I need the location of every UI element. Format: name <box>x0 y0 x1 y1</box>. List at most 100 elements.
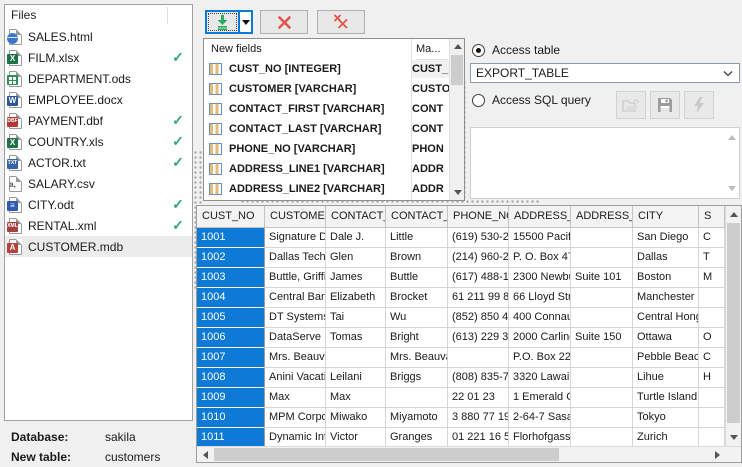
grid-cell[interactable]: 3320 Lawai <box>509 368 571 388</box>
grid-cell[interactable] <box>571 408 633 428</box>
file-item[interactable]: XCOUNTRY.xls✓ <box>5 131 192 152</box>
grid-cell[interactable]: Turtle Island <box>633 388 699 408</box>
grid-id-cell[interactable]: 1002 <box>197 248 265 268</box>
grid-cell[interactable]: C <box>699 348 725 368</box>
file-item[interactable]: ≡CITY.odt✓ <box>5 194 192 215</box>
scroll-down-icon[interactable] <box>454 190 462 195</box>
grid-cell[interactable] <box>571 348 633 368</box>
grid-cell[interactable] <box>699 408 725 428</box>
grid-cell[interactable]: (852) 850 4 <box>448 308 509 328</box>
grid-cell[interactable]: Signature De <box>265 228 326 248</box>
grid-cell[interactable]: Central Bank <box>265 288 326 308</box>
field-row[interactable]: CONTACT_FIRST [VARCHAR]CONT <box>204 99 464 119</box>
scroll-right-icon[interactable] <box>715 451 720 459</box>
grid-cell[interactable]: 66 Lloyd Str <box>509 288 571 308</box>
file-item[interactable]: ACUSTOMER.mdb <box>5 236 192 257</box>
open-query-button[interactable] <box>616 91 646 119</box>
grid-cell[interactable]: (613) 229 3 <box>448 328 509 348</box>
grid-cell[interactable] <box>699 428 725 448</box>
grid-cell[interactable]: Bright <box>386 328 448 348</box>
grid-vscroll-thumb[interactable] <box>727 223 740 423</box>
grid-column-header[interactable]: ADDRESS_L <box>509 206 571 228</box>
grid-cell[interactable]: 2-64-7 Sasa <box>509 408 571 428</box>
grid-cell[interactable] <box>571 388 633 408</box>
grid-cell[interactable]: (619) 530-2 <box>448 228 509 248</box>
grid-cell[interactable]: MPM Corpor <box>265 408 326 428</box>
file-item[interactable]: SALES.html <box>5 26 192 47</box>
grid-cell[interactable]: M <box>699 268 725 288</box>
grid-cell[interactable]: Manchester <box>633 288 699 308</box>
grid-cell[interactable]: Max <box>326 388 386 408</box>
grid-cell[interactable]: Florhofgass <box>509 428 571 448</box>
grid-cell[interactable] <box>699 388 725 408</box>
grid-column-header[interactable]: S <box>699 206 725 228</box>
scroll-left-icon[interactable] <box>203 451 208 459</box>
grid-cell[interactable]: San Diego <box>633 228 699 248</box>
file-item[interactable]: XFILM.xlsx✓ <box>5 47 192 68</box>
grid-id-cell[interactable]: 1011 <box>197 428 265 448</box>
scroll-down-icon[interactable] <box>730 435 738 440</box>
grid-id-cell[interactable]: 1005 <box>197 308 265 328</box>
grid-cell[interactable]: Max <box>265 388 326 408</box>
grid-cell[interactable]: 01 221 16 5 <box>448 428 509 448</box>
grid-cell[interactable]: Granges <box>386 428 448 448</box>
grid-cell[interactable] <box>448 348 509 368</box>
field-row[interactable]: ADDRESS_LINE1 [VARCHAR]ADDR <box>204 159 464 179</box>
grid-cell[interactable] <box>571 428 633 448</box>
grid-cell[interactable]: Lihue <box>633 368 699 388</box>
grid-cell[interactable]: Dale J. <box>326 228 386 248</box>
grid-column-header[interactable]: CUSTOMER <box>265 206 326 228</box>
grid-cell[interactable]: Miwako <box>326 408 386 428</box>
grid-cell[interactable]: DataServe In <box>265 328 326 348</box>
field-row[interactable]: CONTACT_LAST [VARCHAR]CONT <box>204 119 464 139</box>
grid-cell[interactable] <box>571 228 633 248</box>
grid-cell[interactable]: Brocket <box>386 288 448 308</box>
grid-cell[interactable]: C <box>699 228 725 248</box>
grid-cell[interactable]: 2000 Carling <box>509 328 571 348</box>
remove-all-files-button[interactable] <box>317 10 365 34</box>
grid-cell[interactable]: T <box>699 248 725 268</box>
grid-cell[interactable]: Boston <box>633 268 699 288</box>
new-fields-column-header[interactable]: New fields <box>211 39 262 59</box>
grid-cell[interactable]: 1 Emerald C <box>509 388 571 408</box>
sql-scrollbar[interactable] <box>723 128 739 198</box>
grid-cell[interactable]: Zurich <box>633 428 699 448</box>
grid-cell[interactable]: Anini Vacati <box>265 368 326 388</box>
grid-cell[interactable]: Tokyo <box>633 408 699 428</box>
grid-cell[interactable]: 15500 Pacifi <box>509 228 571 248</box>
grid-cell[interactable] <box>326 348 386 368</box>
grid-cell[interactable]: Glen <box>326 248 386 268</box>
grid-id-cell[interactable]: 1001 <box>197 228 265 248</box>
file-item[interactable]: XMLRENTAL.xml✓ <box>5 215 192 236</box>
grid-cell[interactable]: Ottawa <box>633 328 699 348</box>
grid-cell[interactable]: P.O. Box 22 <box>509 348 571 368</box>
file-item[interactable]: a,SALARY.csv <box>5 173 192 194</box>
grid-id-cell[interactable]: 1006 <box>197 328 265 348</box>
grid-cell[interactable]: Mrs. Beauva <box>265 348 326 368</box>
new-fields-header-row[interactable]: New fields Ma... <box>204 39 464 59</box>
grid-cell[interactable] <box>571 308 633 328</box>
grid-hscroll-thumb[interactable] <box>214 448 559 461</box>
grid-column-header[interactable]: CONTACT_L <box>386 206 448 228</box>
grid-cell[interactable] <box>386 388 448 408</box>
scroll-down-icon[interactable] <box>728 186 736 191</box>
grid-cell[interactable]: Suite 150 <box>571 328 633 348</box>
grid-column-header[interactable]: CUST_NO <box>197 206 265 228</box>
grid-cell[interactable] <box>699 288 725 308</box>
grid-cell[interactable]: 61 211 99 8 <box>448 288 509 308</box>
grid-cell[interactable]: Briggs <box>386 368 448 388</box>
grid-vertical-scrollbar[interactable] <box>725 206 741 446</box>
grid-cell[interactable]: Little <box>386 228 448 248</box>
grid-id-cell[interactable]: 1004 <box>197 288 265 308</box>
grid-cell[interactable]: Dallas <box>633 248 699 268</box>
scroll-up-icon[interactable] <box>728 135 736 140</box>
grid-id-cell[interactable]: 1003 <box>197 268 265 288</box>
grid-cell[interactable]: 400 Connau <box>509 308 571 328</box>
grid-cell[interactable]: Buttle, Griffit <box>265 268 326 288</box>
grid-horizontal-scrollbar[interactable] <box>197 446 741 462</box>
grid-id-cell[interactable]: 1010 <box>197 408 265 428</box>
scroll-up-icon[interactable] <box>454 44 462 49</box>
grid-cell[interactable]: Leilani <box>326 368 386 388</box>
execute-query-button[interactable] <box>684 91 714 119</box>
grid-cell[interactable]: Wu <box>386 308 448 328</box>
